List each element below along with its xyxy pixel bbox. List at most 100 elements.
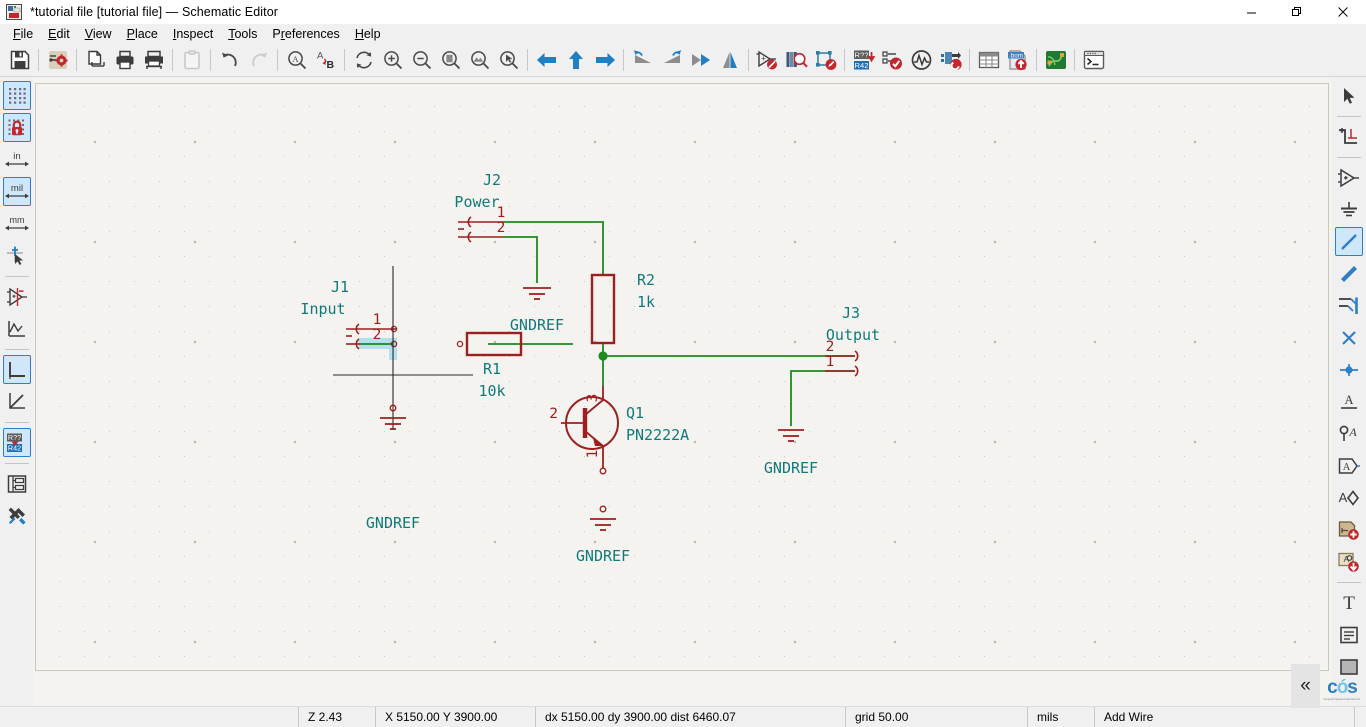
bom-table-icon[interactable] xyxy=(974,46,1003,75)
toolbar-separator xyxy=(527,49,528,71)
schematic-canvas[interactable]: 1 2 J2 Power GNDREF R2 1k 1 2 J1 xyxy=(33,78,1332,706)
j3-pin2-hook xyxy=(855,351,858,361)
wire-any-angle-icon[interactable] xyxy=(3,387,31,416)
add-text-icon[interactable]: T xyxy=(1335,588,1363,617)
open-pcb-editor-icon[interactable] xyxy=(1041,46,1070,75)
svg-text:mm: mm xyxy=(9,215,24,225)
symbol-editor-icon[interactable] xyxy=(811,46,840,75)
annotate-left-icon[interactable]: R?? R42 xyxy=(3,428,31,457)
add-wire-to-bus-entry-icon[interactable] xyxy=(1335,291,1363,320)
zoom-in-icon[interactable] xyxy=(378,46,407,75)
find-replace-icon[interactable]: A B xyxy=(311,46,340,75)
add-hierarchical-label-icon[interactable]: A xyxy=(1335,451,1363,480)
plot-icon[interactable] xyxy=(139,46,168,75)
print-preview-icon[interactable] xyxy=(81,46,110,75)
rotate-ccw-icon[interactable] xyxy=(628,46,657,75)
cursor-fullscreen-icon[interactable] xyxy=(3,241,31,270)
q1-value: PN2222A xyxy=(626,426,689,444)
wire-j2-1-r2 xyxy=(503,222,603,275)
properties-manager-icon[interactable] xyxy=(3,501,31,530)
select-tool-icon[interactable] xyxy=(1335,81,1363,110)
toolbar-separator xyxy=(277,49,278,71)
add-net-label-icon[interactable]: A xyxy=(1335,387,1363,416)
find-icon[interactable]: A xyxy=(282,46,311,75)
export-netlist-icon[interactable]: .bom xyxy=(1003,46,1032,75)
toolbar-separator xyxy=(76,49,77,71)
zoom-out-icon[interactable] xyxy=(407,46,436,75)
annotate-icon[interactable]: R?? R42 xyxy=(849,46,878,75)
zoom-area-icon[interactable] xyxy=(494,46,523,75)
close-button[interactable] xyxy=(1320,0,1366,24)
j1-pin-number-1: 1 xyxy=(373,312,382,328)
menu-file[interactable]: File xyxy=(6,25,41,43)
units-millimeters-icon[interactable]: mm xyxy=(3,209,31,238)
svg-text:A: A xyxy=(292,54,299,64)
leave-sheet-icon[interactable] xyxy=(532,46,561,75)
q1-pin-number-2: 2 xyxy=(549,406,558,422)
simulator-icon[interactable] xyxy=(907,46,936,75)
add-symbol-icon[interactable] xyxy=(1335,163,1363,192)
add-power-icon[interactable] xyxy=(1335,195,1363,224)
add-junction-icon[interactable] xyxy=(1335,355,1363,384)
add-text-box-icon[interactable] xyxy=(1335,620,1363,649)
menu-help[interactable]: Help xyxy=(348,25,389,43)
junction-dot[interactable] xyxy=(598,351,607,360)
print-icon[interactable] xyxy=(110,46,139,75)
symbol-library-browser-icon[interactable] xyxy=(782,46,811,75)
grid-lock-icon[interactable] xyxy=(3,113,31,142)
menu-preferences[interactable]: Preferences xyxy=(265,25,347,43)
r1-pin1-endpoint xyxy=(457,341,462,346)
redo-icon[interactable] xyxy=(244,46,273,75)
j3-pin-number-1: 1 xyxy=(826,354,835,370)
zoom-fit-objects-icon[interactable] xyxy=(465,46,494,75)
page-settings-icon[interactable] xyxy=(43,46,72,75)
mirror-vertical-icon[interactable] xyxy=(686,46,715,75)
refresh-icon[interactable] xyxy=(349,46,378,75)
add-bus-icon[interactable] xyxy=(1335,259,1363,288)
toggle-grid-icon[interactable] xyxy=(3,81,31,110)
hierarchy-navigator-icon[interactable] xyxy=(3,469,31,498)
units-mils-icon[interactable]: mil xyxy=(3,177,31,206)
rotate-cw-icon[interactable] xyxy=(657,46,686,75)
wire-90deg-icon[interactable] xyxy=(3,355,31,384)
r1-reference: R1 xyxy=(483,360,501,378)
resistor-r2-body[interactable] xyxy=(592,275,614,343)
status-grid: grid 50.00 xyxy=(845,707,1027,727)
j1-value: Input xyxy=(300,300,345,318)
q1-reference: Q1 xyxy=(626,404,644,422)
add-wire-icon[interactable] xyxy=(1335,227,1363,256)
menu-view[interactable]: View xyxy=(78,25,120,43)
import-sheet-pin-icon[interactable]: A xyxy=(1335,547,1363,576)
show-erc-warnings-icon[interactable] xyxy=(3,314,31,343)
menu-place[interactable]: Place xyxy=(120,25,166,43)
add-hierarchical-sheet-icon[interactable] xyxy=(1335,515,1363,544)
add-no-connect-icon[interactable] xyxy=(1335,323,1363,352)
units-inches-icon[interactable]: in xyxy=(3,145,31,174)
up-sheet-icon[interactable] xyxy=(561,46,590,75)
menu-edit[interactable]: Edit xyxy=(41,25,78,43)
add-net-class-directive-icon[interactable]: A xyxy=(1335,419,1363,448)
zoom-fit-page-icon[interactable] xyxy=(436,46,465,75)
minimize-button[interactable] xyxy=(1228,0,1274,24)
crosshair-cursor xyxy=(333,266,473,430)
status-zoom: Z 2.43 xyxy=(298,707,375,727)
toolbar-separator xyxy=(1036,49,1037,71)
enter-sheet-icon[interactable] xyxy=(590,46,619,75)
highlight-net-icon[interactable] xyxy=(1335,122,1363,151)
erc-icon[interactable] xyxy=(878,46,907,75)
paste-icon[interactable] xyxy=(177,46,206,75)
save-icon[interactable] xyxy=(5,46,34,75)
schematic-drawing: 1 2 J2 Power GNDREF R2 1k 1 2 J1 xyxy=(33,78,1332,706)
collapse-panel-button[interactable]: « xyxy=(1291,664,1320,708)
svg-text:.bom: .bom xyxy=(1009,53,1023,60)
scripting-console-icon[interactable] xyxy=(1079,46,1108,75)
assign-footprints-icon[interactable] xyxy=(936,46,965,75)
show-hidden-pins-icon[interactable]: + xyxy=(753,46,782,75)
mirror-horizontal-icon[interactable] xyxy=(715,46,744,75)
add-global-label-icon[interactable]: A xyxy=(1335,483,1363,512)
menu-inspect[interactable]: Inspect xyxy=(166,25,221,43)
undo-icon[interactable] xyxy=(215,46,244,75)
show-hidden-pins-left-icon[interactable] xyxy=(3,282,31,311)
maximize-button[interactable] xyxy=(1274,0,1320,24)
menu-tools[interactable]: Tools xyxy=(221,25,265,43)
